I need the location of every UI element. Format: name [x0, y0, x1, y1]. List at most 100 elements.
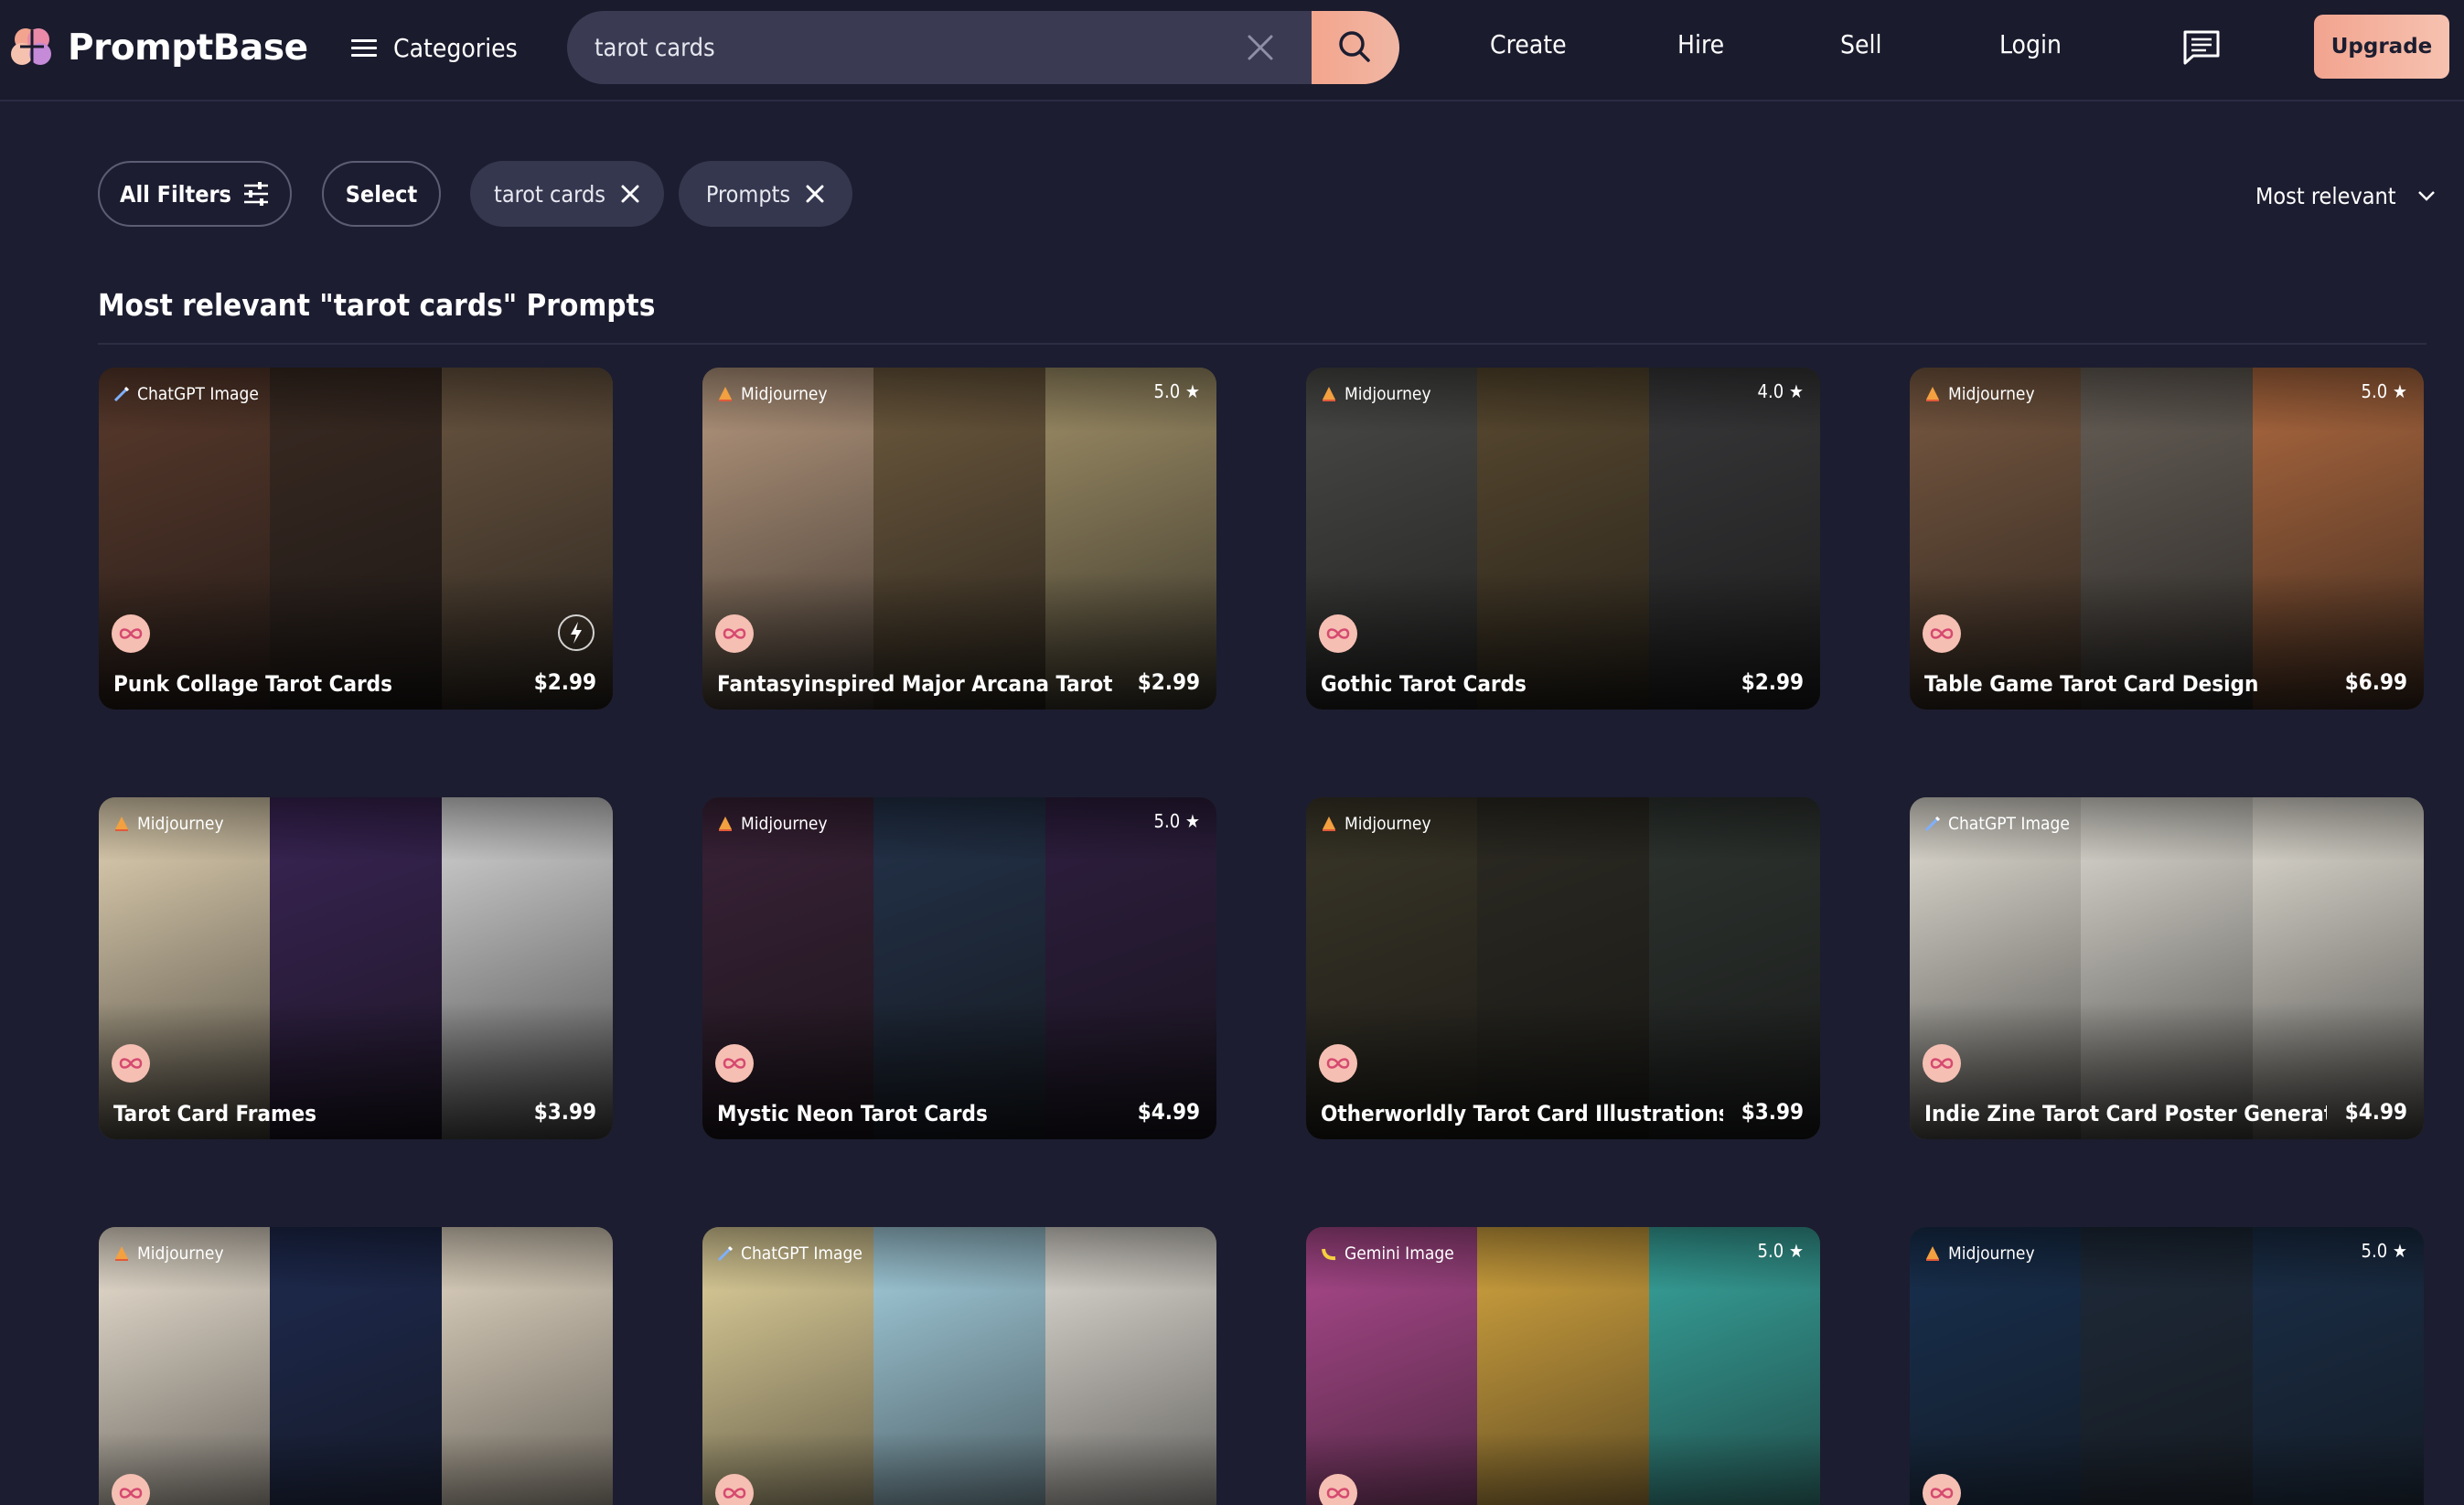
sail-icon — [717, 386, 734, 402]
categories-menu-button[interactable]: Categories — [351, 27, 518, 68]
section-title: Most relevant "tarot cards" Prompts — [98, 287, 656, 323]
card-title: Punk Collage Tarot Cards — [113, 671, 392, 697]
sort-label: Most relevant — [2255, 182, 2396, 209]
filter-chip-tarot-cards[interactable]: tarot cards — [470, 161, 664, 227]
prompt-card[interactable]: ChatGPT Image Indie Zine Tarot Card Poste… — [1910, 797, 2424, 1139]
infinity-icon — [1319, 1044, 1357, 1083]
categories-label: Categories — [393, 32, 518, 63]
remove-chip-icon[interactable] — [620, 184, 640, 204]
prompt-card[interactable]: Midjourney 4.0 ★ Gothic Tarot Cards $2.99 — [1306, 368, 1820, 710]
all-filters-label: All Filters — [120, 180, 231, 208]
model-label: Gemini Image — [1344, 1243, 1454, 1264]
prompt-card[interactable]: Midjourney 5.0 ★ Mystic Neon Tarot Cards $4… — [702, 797, 1216, 1139]
sail-icon — [113, 816, 130, 832]
search-button[interactable] — [1312, 11, 1399, 84]
model-label: ChatGPT Image — [137, 384, 259, 404]
card-price: $6.99 — [2344, 669, 2407, 695]
card-title: Otherworldly Tarot Card Illustrations — [1321, 1101, 1723, 1126]
card-price: $2.99 — [1741, 669, 1804, 695]
card-title: Gothic Tarot Cards — [1321, 671, 1527, 697]
model-label: Midjourney — [1344, 384, 1431, 404]
model-badge: Midjourney — [717, 384, 828, 404]
nav-sell[interactable]: Sell — [1840, 29, 1882, 59]
rating-badge: 5.0 ★ — [1757, 1240, 1804, 1262]
remove-chip-icon[interactable] — [805, 184, 825, 204]
nav-hire[interactable]: Hire — [1677, 29, 1724, 59]
prompt-card[interactable]: Midjourney 5.0 ★ — [1910, 1227, 2424, 1505]
prompt-card[interactable]: ChatGPT Image — [702, 1227, 1216, 1505]
model-label: Midjourney — [741, 814, 828, 834]
model-label: ChatGPT Image — [741, 1243, 862, 1264]
prompt-card[interactable]: Midjourney 5.0 ★ Table Game Tarot Card Des… — [1910, 368, 2424, 710]
chevron-down-icon — [2417, 191, 2435, 201]
prompt-card[interactable]: Midjourney Tarot Card Frames $3.99 — [99, 797, 613, 1139]
card-price: $2.99 — [1137, 669, 1200, 695]
model-badge: Gemini Image — [1321, 1243, 1454, 1264]
card-price: $4.99 — [2344, 1099, 2407, 1125]
prompt-card[interactable]: ChatGPT Image Punk Collage Tarot Cards $2.… — [99, 368, 613, 710]
infinity-icon — [112, 1044, 150, 1083]
search-bar — [567, 11, 1399, 84]
section-divider — [98, 343, 2427, 345]
infinity-icon — [1923, 614, 1961, 653]
prompt-card[interactable]: Gemini Image 5.0 ★ — [1306, 1227, 1820, 1505]
card-price: $2.99 — [533, 669, 596, 695]
nav-create[interactable]: Create — [1490, 29, 1567, 59]
sort-dropdown[interactable]: Most relevant — [2255, 177, 2437, 214]
filter-chip-prompts[interactable]: Prompts — [679, 161, 852, 227]
model-label: Midjourney — [1344, 814, 1431, 834]
infinity-icon — [1923, 1044, 1961, 1083]
hamburger-icon — [351, 37, 377, 58]
model-label: ChatGPT Image — [1948, 814, 2070, 834]
model-badge: ChatGPT Image — [1924, 814, 2070, 834]
chat-icon[interactable] — [2182, 29, 2221, 66]
logo-text: PromptBase — [68, 27, 308, 69]
promptbase-logo[interactable]: PromptBase — [9, 24, 308, 71]
model-label: Midjourney — [137, 814, 224, 834]
chip-label: tarot cards — [494, 180, 605, 208]
banana-icon — [1321, 1245, 1337, 1262]
card-price: $3.99 — [533, 1099, 596, 1125]
card-title: Mystic Neon Tarot Cards — [717, 1101, 988, 1126]
all-filters-button[interactable]: All Filters — [98, 161, 292, 227]
infinity-icon — [715, 614, 754, 653]
sliders-icon — [243, 182, 268, 206]
prompt-card[interactable]: Midjourney — [99, 1227, 613, 1505]
select-label: Select — [345, 180, 418, 208]
nav-login[interactable]: Login — [1999, 29, 2062, 59]
sail-icon — [717, 816, 734, 832]
rating-badge: 5.0 ★ — [1153, 810, 1200, 832]
card-title: Table Game Tarot Card Design — [1924, 671, 2259, 697]
brain-icon — [9, 25, 55, 70]
infinity-icon — [715, 1044, 754, 1083]
pencil-icon — [113, 386, 130, 402]
rating-badge: 5.0 ★ — [2361, 380, 2407, 402]
rating-badge: 5.0 ★ — [1153, 380, 1200, 402]
sail-icon — [1321, 386, 1337, 402]
card-title: Fantasyinspired Major Arcana Tarot Card — [717, 671, 1120, 697]
search-icon — [1339, 31, 1370, 62]
card-title: Indie Zine Tarot Card Poster Generator — [1924, 1101, 2327, 1126]
search-input[interactable] — [595, 11, 1235, 84]
model-label: Midjourney — [137, 1243, 224, 1264]
sail-icon — [1924, 1245, 1941, 1262]
model-badge: Midjourney — [113, 1243, 224, 1264]
infinity-icon — [112, 1474, 150, 1505]
sail-icon — [1924, 386, 1941, 402]
infinity-icon — [1319, 614, 1357, 653]
card-price: $4.99 — [1137, 1099, 1200, 1125]
infinity-icon — [1319, 1474, 1357, 1505]
model-badge: Midjourney — [1321, 384, 1431, 404]
top-navbar: PromptBase Categories Create Hire Sell L… — [0, 0, 2464, 101]
prompt-card[interactable]: Midjourney 5.0 ★ Fantasyinspired Major Arc… — [702, 368, 1216, 710]
model-badge: Midjourney — [1924, 384, 2035, 404]
model-badge: ChatGPT Image — [717, 1243, 862, 1264]
model-badge: Midjourney — [113, 814, 224, 834]
prompt-card[interactable]: Midjourney Otherworldly Tarot Card Illust… — [1306, 797, 1820, 1139]
clear-search-icon[interactable] — [1246, 33, 1275, 62]
upgrade-button[interactable]: Upgrade — [2314, 15, 2449, 79]
model-badge: Midjourney — [717, 814, 828, 834]
card-title: Tarot Card Frames — [113, 1101, 316, 1126]
select-button[interactable]: Select — [322, 161, 441, 227]
card-price: $3.99 — [1741, 1099, 1804, 1125]
